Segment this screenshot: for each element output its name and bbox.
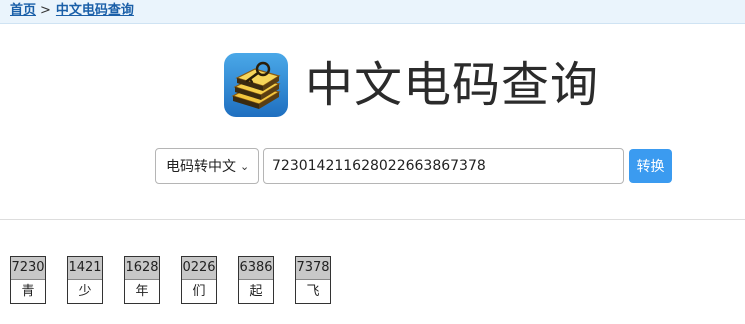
- page-header: 中文电码查询: [223, 50, 599, 120]
- book-key-icon: [224, 53, 288, 117]
- result-cell: 6386 起: [238, 256, 274, 304]
- search-form: 电码转中文 ⌄ 转换: [155, 148, 672, 184]
- result-cell: 0226 们: [181, 256, 217, 304]
- mode-select[interactable]: 电码转中文 ⌄: [155, 148, 259, 184]
- result-cell: 7378 飞: [295, 256, 331, 304]
- chevron-down-icon: ⌄: [240, 159, 250, 173]
- convert-button[interactable]: 转换: [629, 149, 672, 183]
- result-code: 1421: [68, 257, 102, 280]
- result-char: 飞: [306, 284, 320, 299]
- mode-select-value: 电码转中文: [166, 159, 236, 175]
- result-code: 1628: [125, 257, 159, 280]
- result-code: 7378: [296, 257, 330, 280]
- divider: [0, 219, 745, 220]
- page-title: 中文电码查询: [305, 57, 600, 113]
- result-cell: 1628 年: [124, 256, 160, 304]
- result-char: 少: [78, 284, 92, 299]
- results-list: 7230 青 1421 少 1628 年 0226 们 6386 起 7378 飞: [10, 256, 352, 304]
- code-input[interactable]: [263, 148, 624, 184]
- breadcrumb-separator: >: [40, 3, 51, 18]
- result-code: 7230: [11, 257, 45, 280]
- result-char: 起: [249, 284, 263, 299]
- result-code: 6386: [239, 257, 273, 280]
- result-char: 青: [21, 284, 35, 299]
- breadcrumb: 首页 > 中文电码查询: [0, 0, 745, 24]
- result-char: 年: [135, 284, 149, 299]
- breadcrumb-home-link[interactable]: 首页: [10, 3, 36, 18]
- result-char: 们: [192, 284, 206, 299]
- result-code: 0226: [182, 257, 216, 280]
- result-cell: 7230 青: [10, 256, 46, 304]
- breadcrumb-current-link[interactable]: 中文电码查询: [56, 3, 134, 18]
- result-cell: 1421 少: [67, 256, 103, 304]
